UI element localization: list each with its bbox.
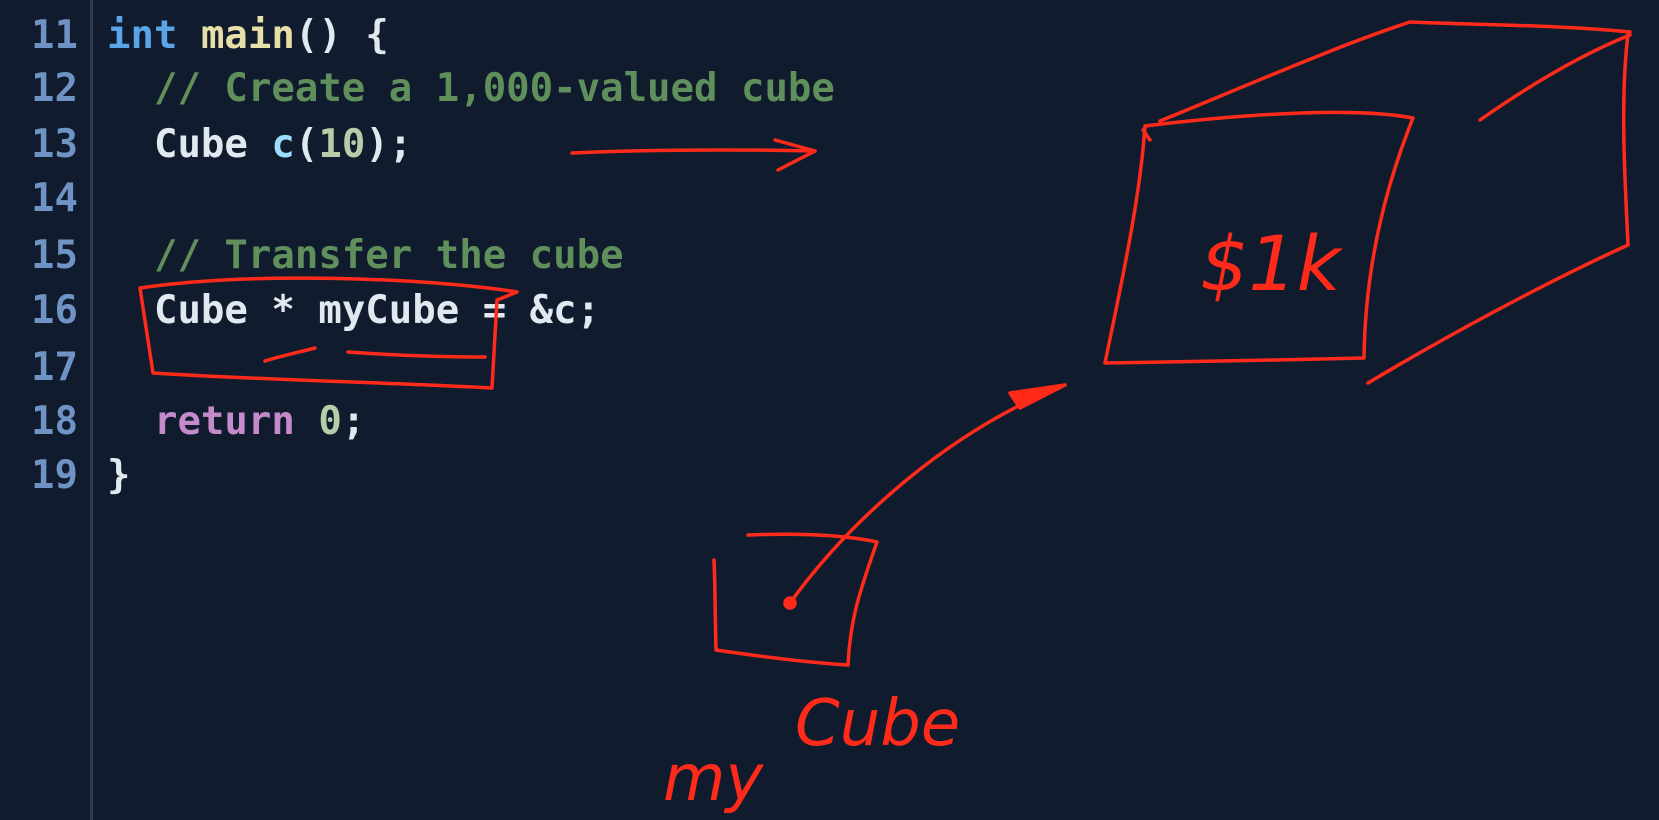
line-number: 11 — [31, 13, 78, 58]
code-line[interactable]: 17 — [0, 340, 78, 396]
line-number: 17 — [31, 345, 78, 390]
code-token: myCube — [318, 288, 460, 333]
code-token: 0 — [318, 399, 342, 444]
line-number: 18 — [31, 399, 78, 444]
mycube-underline — [346, 350, 487, 359]
line-number: 14 — [31, 176, 78, 221]
big-cube-back-right-edge — [1621, 32, 1630, 247]
code-line[interactable]: 16 Cube * myCube = &c; — [0, 283, 600, 339]
arrow-right-head — [773, 138, 817, 172]
big-cube-left-tick — [1141, 128, 1152, 142]
code-token: Cube — [153, 288, 248, 333]
code-token: Cube — [153, 122, 248, 167]
small-left-arrow — [263, 346, 317, 363]
code-token: c — [271, 122, 295, 167]
code-token: // Transfer the cube — [153, 233, 624, 278]
big-cube-bottom-edge — [1366, 243, 1630, 385]
code-token: ); — [365, 122, 413, 167]
arrow-right-annotation — [570, 148, 817, 155]
code-text: return 0; — [107, 394, 365, 450]
code-line[interactable]: 11 int main() { — [0, 8, 389, 64]
line-number: 15 — [31, 233, 78, 278]
code-text: // Transfer the cube — [107, 228, 624, 284]
code-token: 10 — [318, 122, 366, 167]
code-token: * — [247, 288, 319, 333]
code-text: Cube c(10); — [107, 117, 412, 173]
code-editor[interactable]: 11 int main() {12 // Create a 1,000-value… — [0, 0, 1659, 820]
code-text: // Create a 1,000-valued cube — [107, 61, 835, 117]
code-token: // Create a 1,000-valued cube — [153, 66, 835, 111]
pointer-label-my: my — [663, 742, 764, 816]
pointer-arrow-head — [1008, 383, 1067, 410]
code-line[interactable]: 18 return 0; — [0, 394, 365, 450]
pointer-box — [712, 532, 879, 667]
code-line[interactable]: 19} — [0, 448, 130, 504]
code-token: main — [200, 13, 295, 58]
code-line[interactable]: 12 // Create a 1,000-valued cube — [0, 61, 835, 117]
code-text: Cube * myCube = &c; — [107, 283, 600, 339]
line-number: 13 — [31, 122, 78, 167]
line-number: 16 — [31, 288, 78, 333]
code-token: } — [107, 453, 131, 498]
code-token: return — [153, 399, 295, 444]
line-number: 12 — [31, 66, 78, 111]
code-token: () { — [294, 13, 389, 58]
code-token: int — [107, 13, 178, 58]
code-line[interactable]: 14 — [0, 171, 78, 227]
pointer-label-cube: Cube — [795, 687, 960, 761]
code-token: ; — [341, 399, 366, 444]
code-text: } — [107, 448, 130, 504]
cube-value-label: $1k — [1200, 219, 1344, 308]
code-line[interactable]: 15 // Transfer the cube — [0, 228, 624, 284]
big-cube-inner-edge — [1478, 33, 1632, 122]
pointer-arrow — [788, 383, 1067, 605]
gutter-divider — [90, 0, 93, 820]
line-number: 19 — [31, 453, 78, 498]
big-cube-front-face — [1103, 110, 1415, 365]
code-text: int main() { — [107, 8, 389, 64]
code-token: = &c; — [459, 288, 601, 333]
code-token: ( — [294, 122, 319, 167]
pointer-dot — [783, 596, 797, 610]
big-cube-top-edge — [1158, 20, 1632, 123]
code-line[interactable]: 13 Cube c(10); — [0, 117, 412, 173]
